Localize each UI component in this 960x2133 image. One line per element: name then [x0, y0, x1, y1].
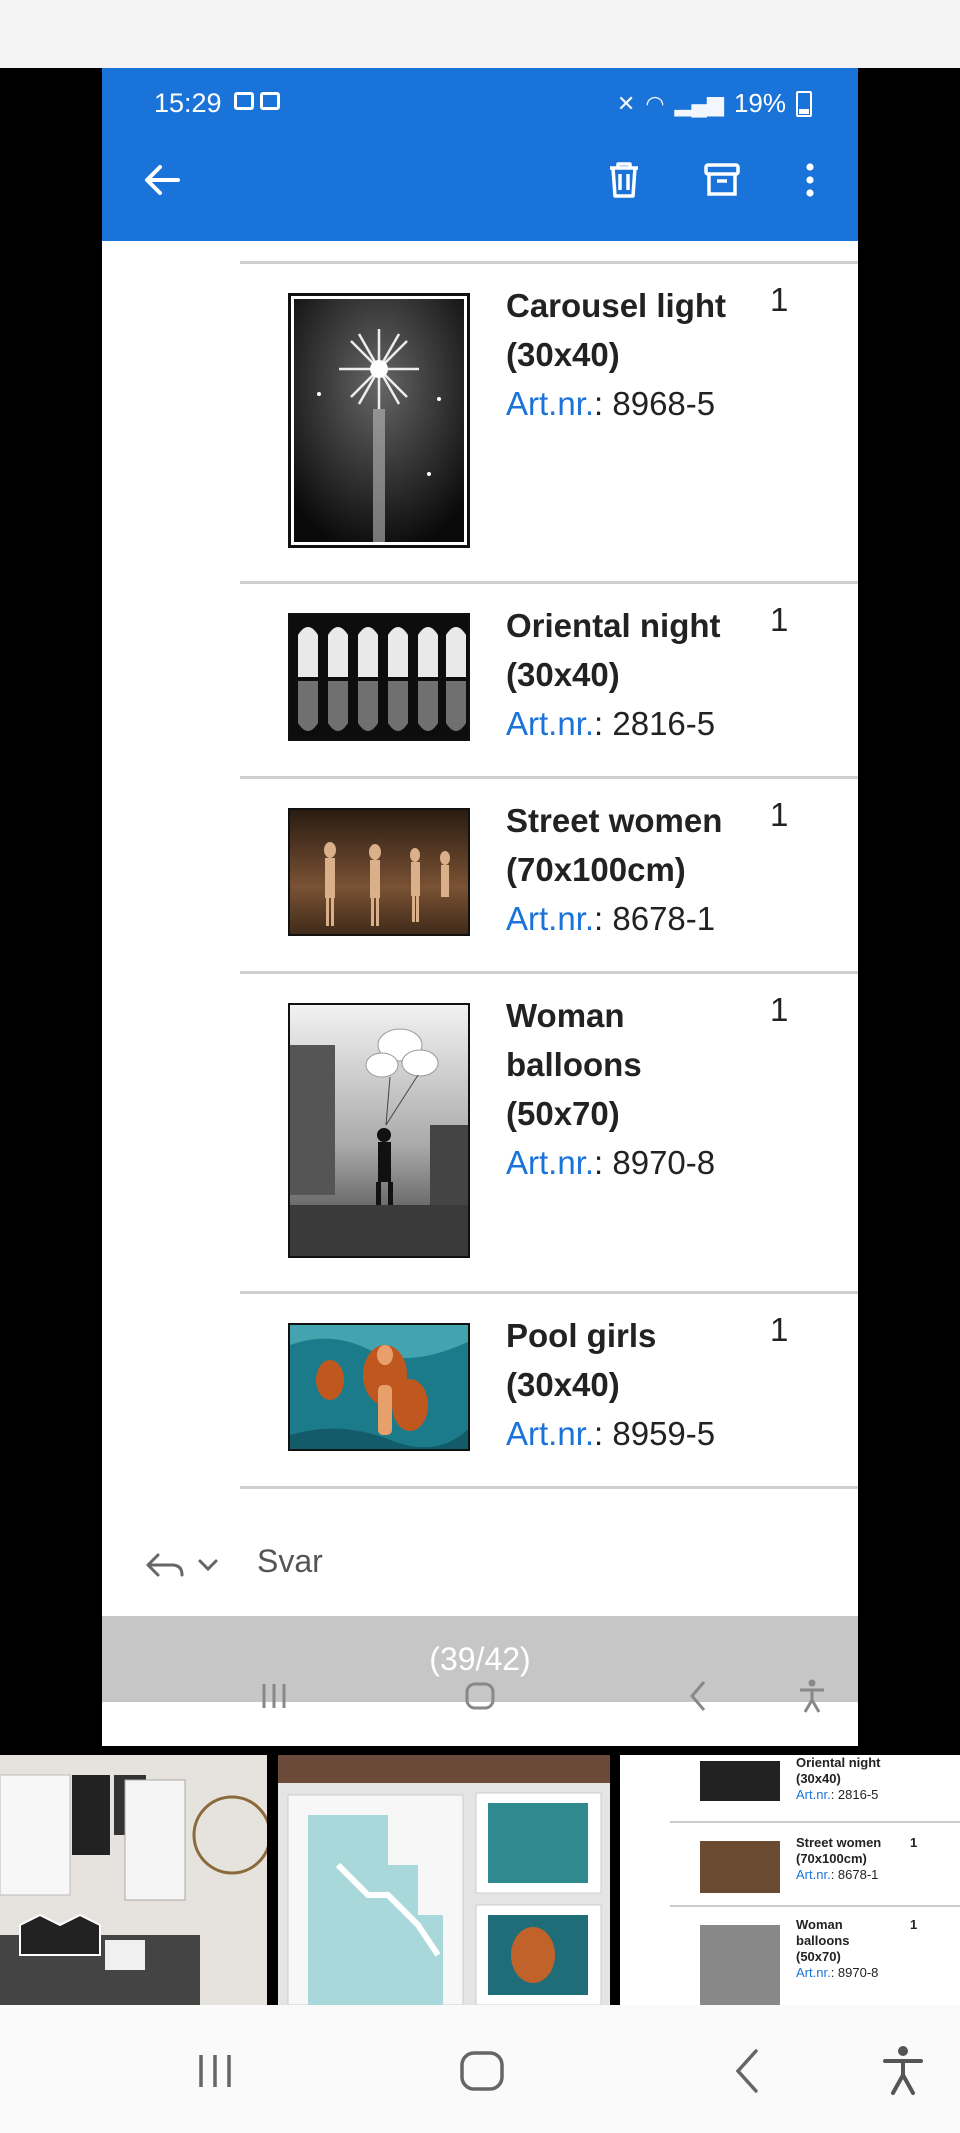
back-icon[interactable]: [718, 2041, 778, 2101]
mini-item-name: Woman balloons (50x70): [796, 1917, 850, 1964]
mini-item-qty: 1: [910, 1835, 918, 1850]
mini-art-number: : 2816-5: [830, 1787, 879, 1802]
mini-item: Street women (70x100cm) Art.nr.: 8678-1: [796, 1835, 881, 1883]
accessibility-icon[interactable]: [873, 2041, 933, 2101]
row-divider: [240, 971, 858, 974]
art-number: : 8959-5: [594, 1415, 716, 1452]
reply-bar: Svar: [102, 1523, 858, 1603]
thumbnail-order-list[interactable]: Oriental night (30x40) Art.nr.: 2816-5 St…: [620, 1755, 960, 2005]
system-nav-bar: [0, 2005, 960, 2133]
reply-icon[interactable]: [142, 1545, 232, 1585]
thumbnail-gallery-wall[interactable]: [278, 1755, 610, 2005]
status-time: 15:29: [154, 88, 222, 118]
viewer-top-bar: [0, 0, 960, 68]
item-pool-girls: Pool girls (30x40) Art.nr.: 8959-5: [506, 1311, 715, 1458]
item-name: Pool girls (30x40): [506, 1317, 657, 1403]
art-number: : 8970-8: [594, 1144, 716, 1181]
mini-item-name: Oriental night (30x40): [796, 1755, 881, 1786]
battery-icon: [796, 90, 812, 117]
pool-girls-image[interactable]: [288, 1323, 470, 1451]
battery-percent: 19%: [733, 88, 786, 118]
status-right: ✕ ◠ ▂▄▆ 19%: [617, 88, 812, 119]
row-divider: [240, 1291, 858, 1294]
mini-oriental-night-image: [700, 1761, 780, 1801]
item-quantity: 1: [770, 281, 789, 318]
row-divider: [240, 776, 858, 779]
wifi-icon: ◠: [645, 90, 665, 116]
archive-icon[interactable]: [698, 156, 746, 204]
accessibility-icon: [800, 1679, 824, 1713]
art-nr-link[interactable]: Art.nr.: [506, 1144, 594, 1181]
mini-woman-balloons-image: [700, 1925, 780, 2005]
item-oriental-night: Oriental night (30x40) Art.nr.: 2816-5: [506, 601, 721, 748]
art-nr-link[interactable]: Art.nr.: [506, 385, 594, 422]
mini-art-number: : 8970-8: [830, 1965, 879, 1980]
thumbnail-strip: Oriental night (30x40) Art.nr.: 2816-5 St…: [0, 1755, 960, 2005]
gallery-notification-icon: [234, 92, 254, 110]
art-nr-link[interactable]: Art.nr.: [506, 1415, 594, 1452]
item-name: Street women (70x100cm): [506, 802, 723, 888]
screenshot-preview: 15:29 ✕ ◠ ▂▄▆ 19% Carousel light (30x40)…: [102, 68, 858, 1746]
row-divider: [240, 261, 858, 264]
mini-art-label: Art.nr.: [796, 1867, 831, 1882]
item-name: Carousel light (30x40): [506, 287, 727, 373]
art-nr-link[interactable]: Art.nr.: [506, 900, 594, 937]
mute-icon: ✕: [616, 90, 636, 116]
street-women-image[interactable]: [288, 808, 470, 936]
youtube-notification-icon: [260, 92, 280, 110]
item-street-women: Street women (70x100cm) Art.nr.: 8678-1: [506, 796, 722, 943]
mini-art-label: Art.nr.: [796, 1787, 831, 1802]
woman-balloons-image[interactable]: [288, 1003, 470, 1258]
art-number: : 8678-1: [594, 900, 716, 937]
signal-icon: ▂▄▆: [674, 90, 724, 116]
item-name: Woman balloons (50x70): [506, 997, 642, 1132]
notification-icons: [234, 92, 280, 110]
home-icon: [465, 1682, 495, 1710]
item-quantity: 1: [770, 991, 789, 1028]
reply-button[interactable]: Svar: [257, 1543, 323, 1580]
thumbnail-living-room[interactable]: [0, 1755, 267, 2005]
app-bar: 15:29 ✕ ◠ ▂▄▆ 19%: [102, 68, 858, 241]
recents-icon: [262, 1684, 286, 1708]
art-nr-link[interactable]: Art.nr.: [506, 705, 594, 742]
carousel-light-image[interactable]: [288, 293, 470, 548]
mini-item: Oriental night (30x40) Art.nr.: 2816-5: [796, 1755, 881, 1803]
mini-item: Woman balloons (50x70) Art.nr.: 8970-8: [796, 1917, 878, 1981]
art-number: : 8968-5: [594, 385, 716, 422]
back-icon: [690, 1681, 706, 1711]
mini-street-women-image: [700, 1841, 780, 1893]
recents-icon[interactable]: [185, 2041, 245, 2101]
oriental-night-image[interactable]: [288, 613, 470, 741]
item-carousel-light: Carousel light (30x40) Art.nr.: 8968-5: [506, 281, 726, 428]
home-icon[interactable]: [452, 2041, 512, 2101]
mini-art-number: : 8678-1: [830, 1867, 879, 1882]
mini-item-name: Street women (70x100cm): [796, 1835, 882, 1866]
more-vert-icon[interactable]: [786, 156, 834, 204]
item-quantity: 1: [770, 1311, 789, 1348]
item-quantity: 1: [770, 796, 789, 833]
email-body: Carousel light (30x40) Art.nr.: 8968-5 1…: [102, 241, 858, 1591]
arrow-left-icon[interactable]: [138, 156, 186, 204]
trash-icon[interactable]: [600, 156, 648, 204]
item-quantity: 1: [770, 601, 789, 638]
mini-art-label: Art.nr.: [796, 1965, 831, 1980]
art-number: : 2816-5: [594, 705, 716, 742]
inner-nav-bar: [102, 1668, 858, 1728]
item-woman-balloons: Woman balloons (50x70) Art.nr.: 8970-8: [506, 991, 715, 1187]
mini-item-qty: 1: [910, 1917, 918, 1932]
item-name: Oriental night (30x40): [506, 607, 721, 693]
row-divider: [240, 1486, 858, 1489]
row-divider: [240, 581, 858, 584]
